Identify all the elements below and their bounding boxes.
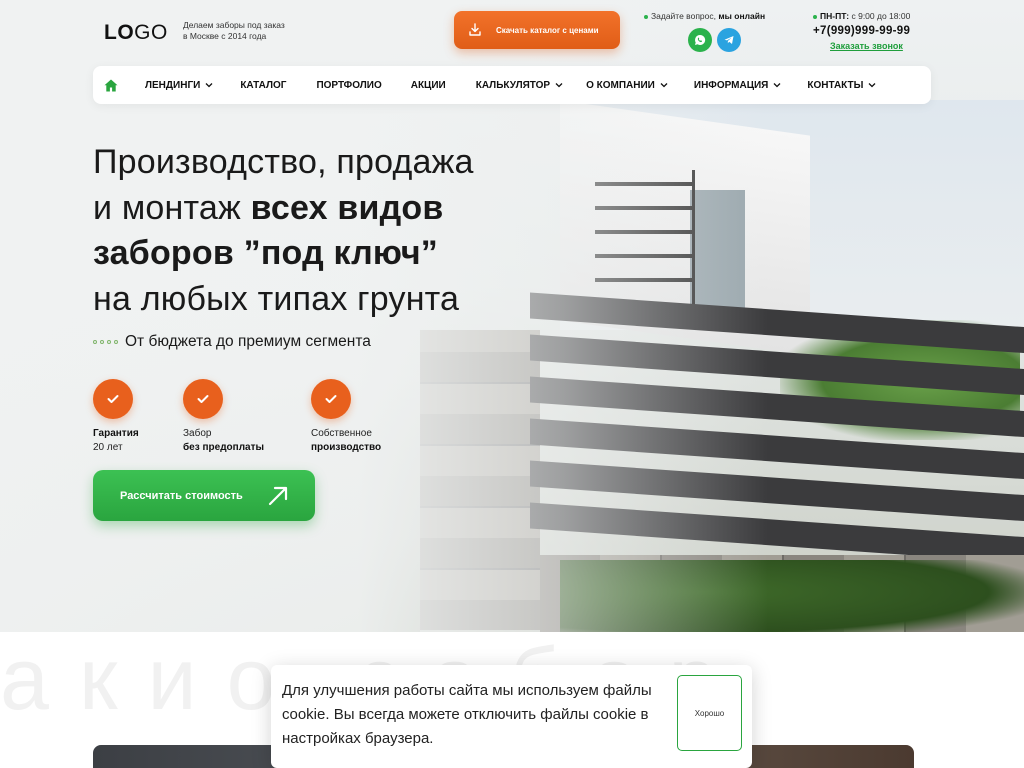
feature-own-production: Собственное производство [311, 379, 441, 455]
download-catalog-button[interactable]: Скачать каталог с ценами [454, 11, 620, 49]
decorative-dots [93, 340, 118, 344]
hero-subtitle: От бюджета до премиум сегмента [93, 333, 371, 351]
chevron-down-icon [555, 83, 563, 88]
cookie-banner: Для улучшения работы сайта мы используем… [271, 665, 752, 768]
cookie-text: Для улучшения работы сайта мы используем… [282, 682, 652, 747]
hero-heading: Производство, продажа и монтаж всех видо… [93, 143, 474, 318]
nav-item-calculator[interactable]: Калькулятор [476, 80, 563, 91]
tagline: Делаем заборы под заказ в Москве с 2014 … [183, 20, 285, 41]
chevron-down-icon [205, 83, 213, 88]
nav-item-contacts[interactable]: Контакты [807, 80, 876, 91]
feature-no-prepayment: Забор без предоплаты [183, 379, 313, 455]
home-icon[interactable] [93, 79, 129, 92]
ask-question-text: Задайте вопрос, мы онлайн [644, 11, 765, 21]
callback-link[interactable]: Заказать звонок [830, 41, 903, 51]
whatsapp-icon[interactable] [688, 28, 712, 52]
nav-item-information[interactable]: Информация [694, 80, 782, 91]
working-hours: ПН-ПТ: с 9:00 до 18:00 [813, 11, 910, 21]
check-icon [93, 379, 133, 419]
nav-item-portfolio[interactable]: Портфолио [316, 80, 381, 91]
download-catalog-label: Скачать каталог с ценами [496, 25, 599, 35]
page: LOGO Делаем заборы под заказ в Москве с … [0, 0, 1024, 768]
chevron-down-icon [773, 83, 781, 88]
download-icon [468, 23, 482, 37]
logo[interactable]: LOGO [104, 21, 168, 45]
nav-item-landings[interactable]: Лендинги [145, 80, 213, 91]
calculate-cost-label: Рассчитать стоимость [120, 489, 243, 502]
calculate-cost-button[interactable]: Рассчитать стоимость [93, 470, 315, 521]
chevron-down-icon [660, 83, 668, 88]
arrow-up-right-icon [268, 486, 288, 505]
phone-number[interactable]: +7(999)999-99-99 [813, 25, 910, 37]
chevron-down-icon [868, 83, 876, 88]
check-icon [183, 379, 223, 419]
nav-item-catalog[interactable]: Каталог [240, 80, 286, 91]
telegram-icon[interactable] [717, 28, 741, 52]
main-nav: Лендинги Каталог Портфолио Акции Калькул… [93, 66, 931, 104]
check-icon [311, 379, 351, 419]
cookie-accept-button[interactable]: Хорошо [677, 675, 742, 751]
nav-item-promotions[interactable]: Акции [411, 80, 446, 91]
nav-item-about[interactable]: О компании [586, 80, 668, 91]
